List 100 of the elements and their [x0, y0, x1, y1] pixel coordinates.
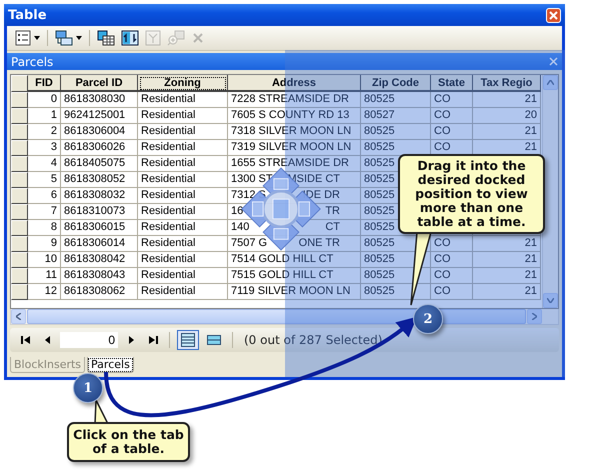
table-cell: 21	[524, 252, 537, 267]
callout-bubble: Click on the tab of a table.	[67, 422, 190, 462]
column-header[interactable]: Zip Code	[361, 75, 431, 92]
table-cell: 140	[231, 220, 250, 235]
table-cell: Residential	[141, 140, 196, 155]
column-header[interactable]: Address	[228, 75, 361, 92]
table-cell: 8618308043	[64, 268, 126, 283]
table-cell: 1	[50, 108, 57, 123]
chevron-right-icon	[532, 313, 537, 320]
row-selector[interactable]	[11, 252, 28, 268]
table-cell: Residential	[141, 172, 196, 187]
window-title: Table	[8, 8, 47, 22]
table-cell: Residential	[141, 268, 196, 283]
table-cell: Residential	[141, 220, 196, 235]
table-cell: 80525	[364, 188, 395, 203]
table-cell: 12	[44, 284, 57, 299]
skip-forward-icon	[148, 336, 158, 344]
table-cell: 80525	[364, 172, 395, 187]
row-selector[interactable]	[11, 172, 28, 188]
table-cell: 8618310073	[64, 204, 126, 219]
table-cell: ONE TR	[298, 236, 340, 251]
column-header[interactable]: Tax Regio	[473, 75, 541, 92]
row-selector[interactable]	[11, 188, 28, 204]
table-cell: 7319 SILVER MOON LN	[231, 140, 352, 155]
table-cell: 7507 G	[231, 236, 268, 251]
row-selector[interactable]	[11, 284, 28, 300]
table-cell: 0	[50, 92, 57, 107]
table-cell: 5	[50, 172, 57, 187]
dropdown-button[interactable]	[13, 28, 42, 48]
table-cell: Residential	[141, 204, 196, 219]
callout-bubble: Drag it into the desired docked position to view more than one table at a time.	[398, 154, 545, 234]
selected-rows-icon	[207, 335, 221, 345]
table-cell: 80525	[364, 268, 395, 283]
table-cell: 7228 STREAMSIDE DR	[231, 92, 349, 107]
table-cell: 80525	[364, 204, 395, 219]
row-selector[interactable]	[11, 108, 28, 124]
row-selector[interactable]	[11, 140, 28, 156]
table-cell: 21	[524, 140, 537, 155]
table-cell: CO	[434, 236, 450, 251]
table-cell: 7605 S COUNTY RD 13	[231, 108, 350, 123]
table-cell: 80525	[364, 140, 395, 155]
table-cell: CT	[325, 220, 340, 235]
table-cell: 21	[524, 124, 537, 139]
toolbar-button[interactable]	[119, 28, 141, 48]
table-cell: 1655 STREAMSIDE DR	[231, 156, 349, 171]
row-selector[interactable]	[11, 236, 28, 252]
zoom-icon	[167, 30, 185, 46]
table-cell: 21	[524, 268, 537, 283]
toolbar-button[interactable]	[95, 28, 117, 48]
triangle-right-icon	[128, 336, 134, 344]
table-cell: Residential	[141, 108, 196, 123]
column-header[interactable]: Parcel ID	[61, 75, 138, 92]
scroll-thumb[interactable]	[27, 309, 526, 324]
table-cell: 80525	[364, 220, 395, 235]
table-cell: TR	[325, 204, 340, 219]
row-selector[interactable]	[11, 204, 28, 220]
switch-arrows-icon	[121, 30, 139, 46]
table-cell: CO	[434, 108, 450, 123]
column-header[interactable]: State	[431, 75, 473, 92]
table-cell: Residential	[141, 92, 196, 107]
column-header[interactable]: Zoning	[138, 75, 228, 92]
table-cell: 11	[46, 268, 57, 283]
table-cell: 80525	[364, 156, 395, 171]
table-cell: Residential	[141, 124, 196, 139]
table-cell: CO	[434, 252, 450, 267]
close-icon[interactable]	[549, 57, 558, 66]
dropdown-button[interactable]	[53, 28, 84, 48]
table-cell: 8618308052	[64, 172, 126, 187]
table-cell: 8	[50, 220, 57, 235]
table-cell: 80525	[364, 284, 395, 299]
table-select-icon	[97, 30, 115, 46]
column-header[interactable]: FID	[28, 75, 61, 92]
row-selector[interactable]	[11, 156, 28, 172]
table-cell: 21	[524, 92, 537, 107]
table-tab[interactable]: Parcels	[87, 357, 134, 373]
close-icon	[549, 10, 558, 20]
show-all-button[interactable]	[177, 330, 199, 350]
table-cell: CO	[434, 268, 450, 283]
table-cell: 3	[50, 140, 57, 155]
chevron-left-icon	[16, 313, 21, 320]
table-cell: 7119 SILVER MOON LN	[231, 284, 350, 299]
scroll-left-button[interactable]	[11, 309, 26, 324]
table-cell: 8618306015	[64, 220, 126, 235]
row-selector[interactable]	[11, 124, 28, 140]
table-cell: CO	[434, 140, 450, 155]
table-cell: Residential	[141, 156, 196, 171]
table-name: Parcels	[11, 54, 54, 68]
close-button[interactable]	[546, 8, 561, 22]
table-cell: 16	[231, 204, 244, 219]
table-cell: 80525	[364, 236, 395, 251]
row-selector[interactable]	[11, 220, 28, 236]
skip-back-icon	[20, 336, 30, 344]
table-cell: 10	[44, 252, 57, 267]
table-cell: Residential	[141, 252, 196, 267]
record-field[interactable]: 0	[60, 332, 118, 348]
row-selector[interactable]	[11, 92, 28, 108]
table-cell: Residential	[141, 284, 196, 299]
row-selector[interactable]	[11, 268, 28, 284]
table-rows-icon	[181, 333, 195, 347]
step-number: 1	[73, 373, 103, 403]
